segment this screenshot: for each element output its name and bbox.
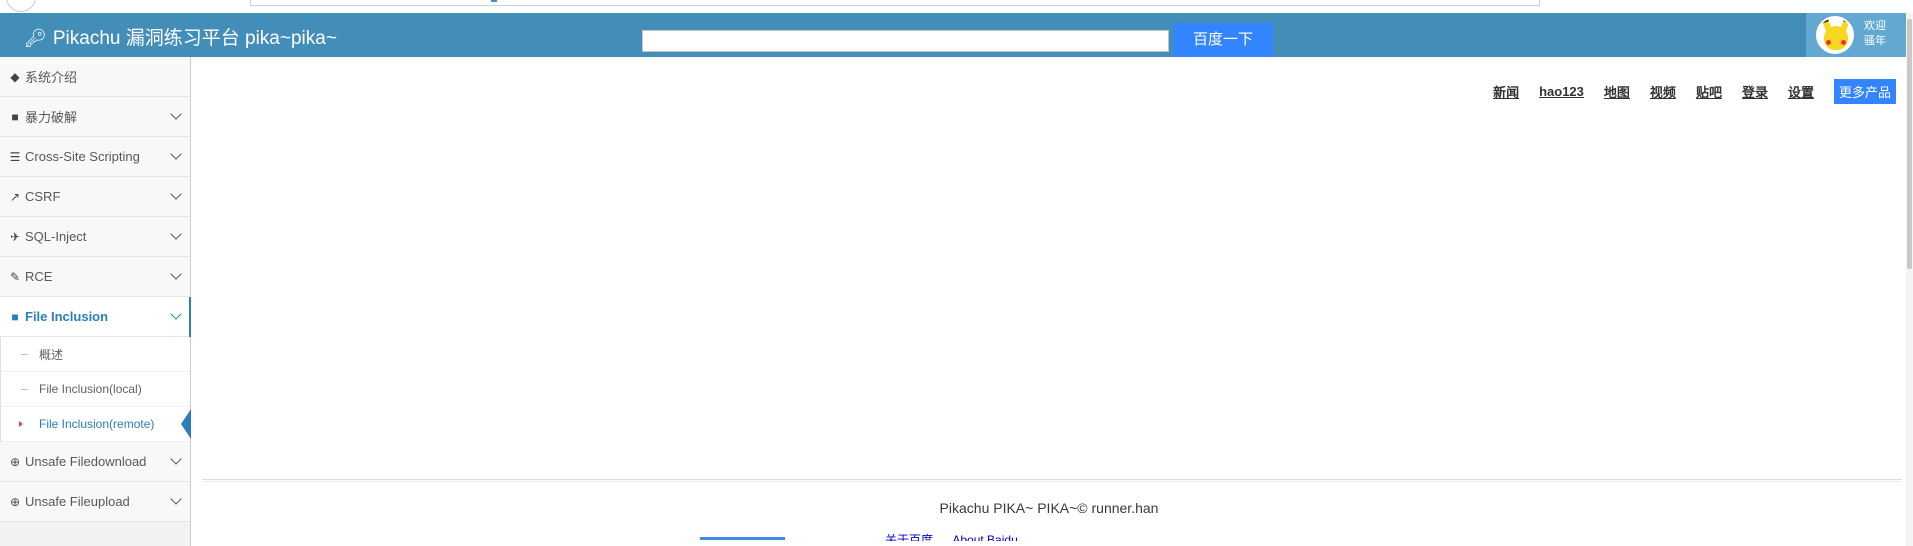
sidebar-item-label: RCE xyxy=(25,269,53,284)
pencil-icon: ✎ xyxy=(9,269,21,284)
avatar xyxy=(1816,16,1854,54)
sidebar-item-xss[interactable]: ☰ Cross-Site Scripting xyxy=(0,137,190,177)
sidebar: ◆ 系统介绍 ■ 暴力破解 ☰ Cross-Site Scripting ↗ C… xyxy=(0,57,191,546)
chevron-down-icon xyxy=(170,493,182,505)
link-about-baidu-cn[interactable]: 关于百度 xyxy=(885,533,933,541)
download-icon: ⊕ xyxy=(9,454,21,469)
main-content: 新闻 hao123 地图 视频 贴吧 登录 设置 更多产品 Pikachu PI… xyxy=(192,57,1906,546)
upload-icon: ⊕ xyxy=(9,494,21,509)
sidebar-item-filedownload[interactable]: ⊕ Unsafe Filedownload xyxy=(0,442,190,482)
search-input[interactable] xyxy=(642,30,1169,52)
plane-icon: ✈︎ xyxy=(9,229,21,244)
chevron-down-icon xyxy=(170,228,182,240)
sidebar-item-label: Unsafe Fileupload xyxy=(25,494,130,509)
active-pointer-icon xyxy=(181,409,191,439)
submenu-item-local[interactable]: File Inclusion(local) xyxy=(1,372,190,407)
submenu-item-label: 概述 xyxy=(39,347,64,362)
address-bar[interactable] xyxy=(250,0,1540,6)
link-tieba[interactable]: 贴吧 xyxy=(1696,82,1722,101)
sidebar-item-label: 系统介绍 xyxy=(25,70,78,85)
scrollbar-thumb[interactable] xyxy=(1907,19,1912,269)
tags-icon: ◆ xyxy=(10,69,20,84)
submenu-item-label: File Inclusion(remote) xyxy=(39,417,155,431)
footer-text: Pikachu PIKA~ PIKA~© runner.han xyxy=(939,500,1159,516)
chevron-down-icon xyxy=(170,188,182,200)
page-scrollbar[interactable] xyxy=(1906,13,1913,546)
sidebar-item-sqli[interactable]: ✈︎ SQL-Inject xyxy=(0,217,190,257)
search-button[interactable]: 百度一下 xyxy=(1173,23,1273,57)
baidu-top-links: 新闻 hao123 地图 视频 贴吧 登录 设置 更多产品 xyxy=(1493,79,1906,104)
sidebar-item-bruteforce[interactable]: ■ 暴力破解 xyxy=(0,97,190,137)
avatar-cheek-right xyxy=(1841,40,1846,45)
sidebar-item-fileupload[interactable]: ⊕ Unsafe Fileupload xyxy=(0,482,190,522)
link-settings[interactable]: 设置 xyxy=(1788,82,1814,101)
chevron-down-icon xyxy=(170,268,182,280)
link-video[interactable]: 视频 xyxy=(1650,82,1676,101)
submenu-item-label: File Inclusion(local) xyxy=(39,382,142,396)
top-navbar: 🔑︎ Pikachu 漏洞练习平台 pika~pika~ 百度一下 欢迎 骚年 xyxy=(0,13,1906,57)
submenu-dash xyxy=(21,389,28,390)
sidebar-item-label: Cross-Site Scripting xyxy=(25,149,140,164)
chevron-down-icon xyxy=(170,453,182,465)
key-icon: 🔑︎ xyxy=(24,28,47,48)
lock-icon: ■ xyxy=(11,109,19,124)
browser-strip xyxy=(0,0,1913,13)
link-news[interactable]: 新闻 xyxy=(1493,82,1519,101)
submenu-item-overview[interactable]: 概述 xyxy=(1,337,190,372)
link-about-baidu-en[interactable]: About Baidu xyxy=(952,533,1017,541)
file-inclusion-submenu: 概述 File Inclusion(local) File Inclusion(… xyxy=(0,337,191,442)
list-icon: ☰ xyxy=(9,149,21,164)
user-name: 骚年 xyxy=(1864,35,1886,47)
sidebar-item-rce[interactable]: ✎ RCE xyxy=(0,257,190,297)
user-menu[interactable]: 欢迎 骚年 xyxy=(1806,13,1906,57)
link-map[interactable]: 地图 xyxy=(1604,82,1630,101)
share-icon: ↗ xyxy=(9,189,21,204)
submenu-dash xyxy=(21,354,28,355)
sidebar-item-label: File Inclusion xyxy=(25,309,109,324)
more-products-button[interactable]: 更多产品 xyxy=(1833,79,1896,104)
bottom-accent-bar xyxy=(700,537,785,540)
browser-back-button[interactable] xyxy=(6,0,36,12)
chevron-down-icon xyxy=(170,308,182,320)
sidebar-item-label: Unsafe Filedownload xyxy=(25,454,147,469)
baidu-bottom-links: 关于百度 About Baidu xyxy=(885,531,1034,541)
sidebar-item-csrf[interactable]: ↗ CSRF xyxy=(0,177,190,217)
brand-title[interactable]: 🔑︎ Pikachu 漏洞练习平台 pika~pika~ xyxy=(24,23,337,50)
pikachu-icon xyxy=(1824,26,1848,50)
avatar-cheek-left xyxy=(1826,40,1831,45)
footer-divider xyxy=(202,479,1902,482)
sidebar-item-label: 暴力破解 xyxy=(25,110,78,125)
sidebar-item-label: CSRF xyxy=(25,189,61,204)
sidebar-item-label: SQL-Inject xyxy=(25,229,87,244)
link-hao123[interactable]: hao123 xyxy=(1539,84,1584,99)
sidebar-item-intro[interactable]: ◆ 系统介绍 xyxy=(0,57,190,97)
sidebar-item-file-inclusion[interactable]: ■ File Inclusion xyxy=(0,297,191,337)
submenu-item-remote[interactable]: File Inclusion(remote) xyxy=(1,407,191,442)
user-info: 欢迎 骚年 xyxy=(1864,19,1886,49)
address-bar-mark xyxy=(491,0,497,2)
file-icon: ■ xyxy=(11,309,19,324)
chevron-down-icon xyxy=(170,108,182,120)
caret-right-icon xyxy=(19,421,23,427)
user-greeting: 欢迎 xyxy=(1864,20,1886,32)
chevron-down-icon xyxy=(170,148,182,160)
brand-text: Pikachu 漏洞练习平台 pika~pika~ xyxy=(52,28,337,49)
link-login[interactable]: 登录 xyxy=(1742,82,1768,101)
